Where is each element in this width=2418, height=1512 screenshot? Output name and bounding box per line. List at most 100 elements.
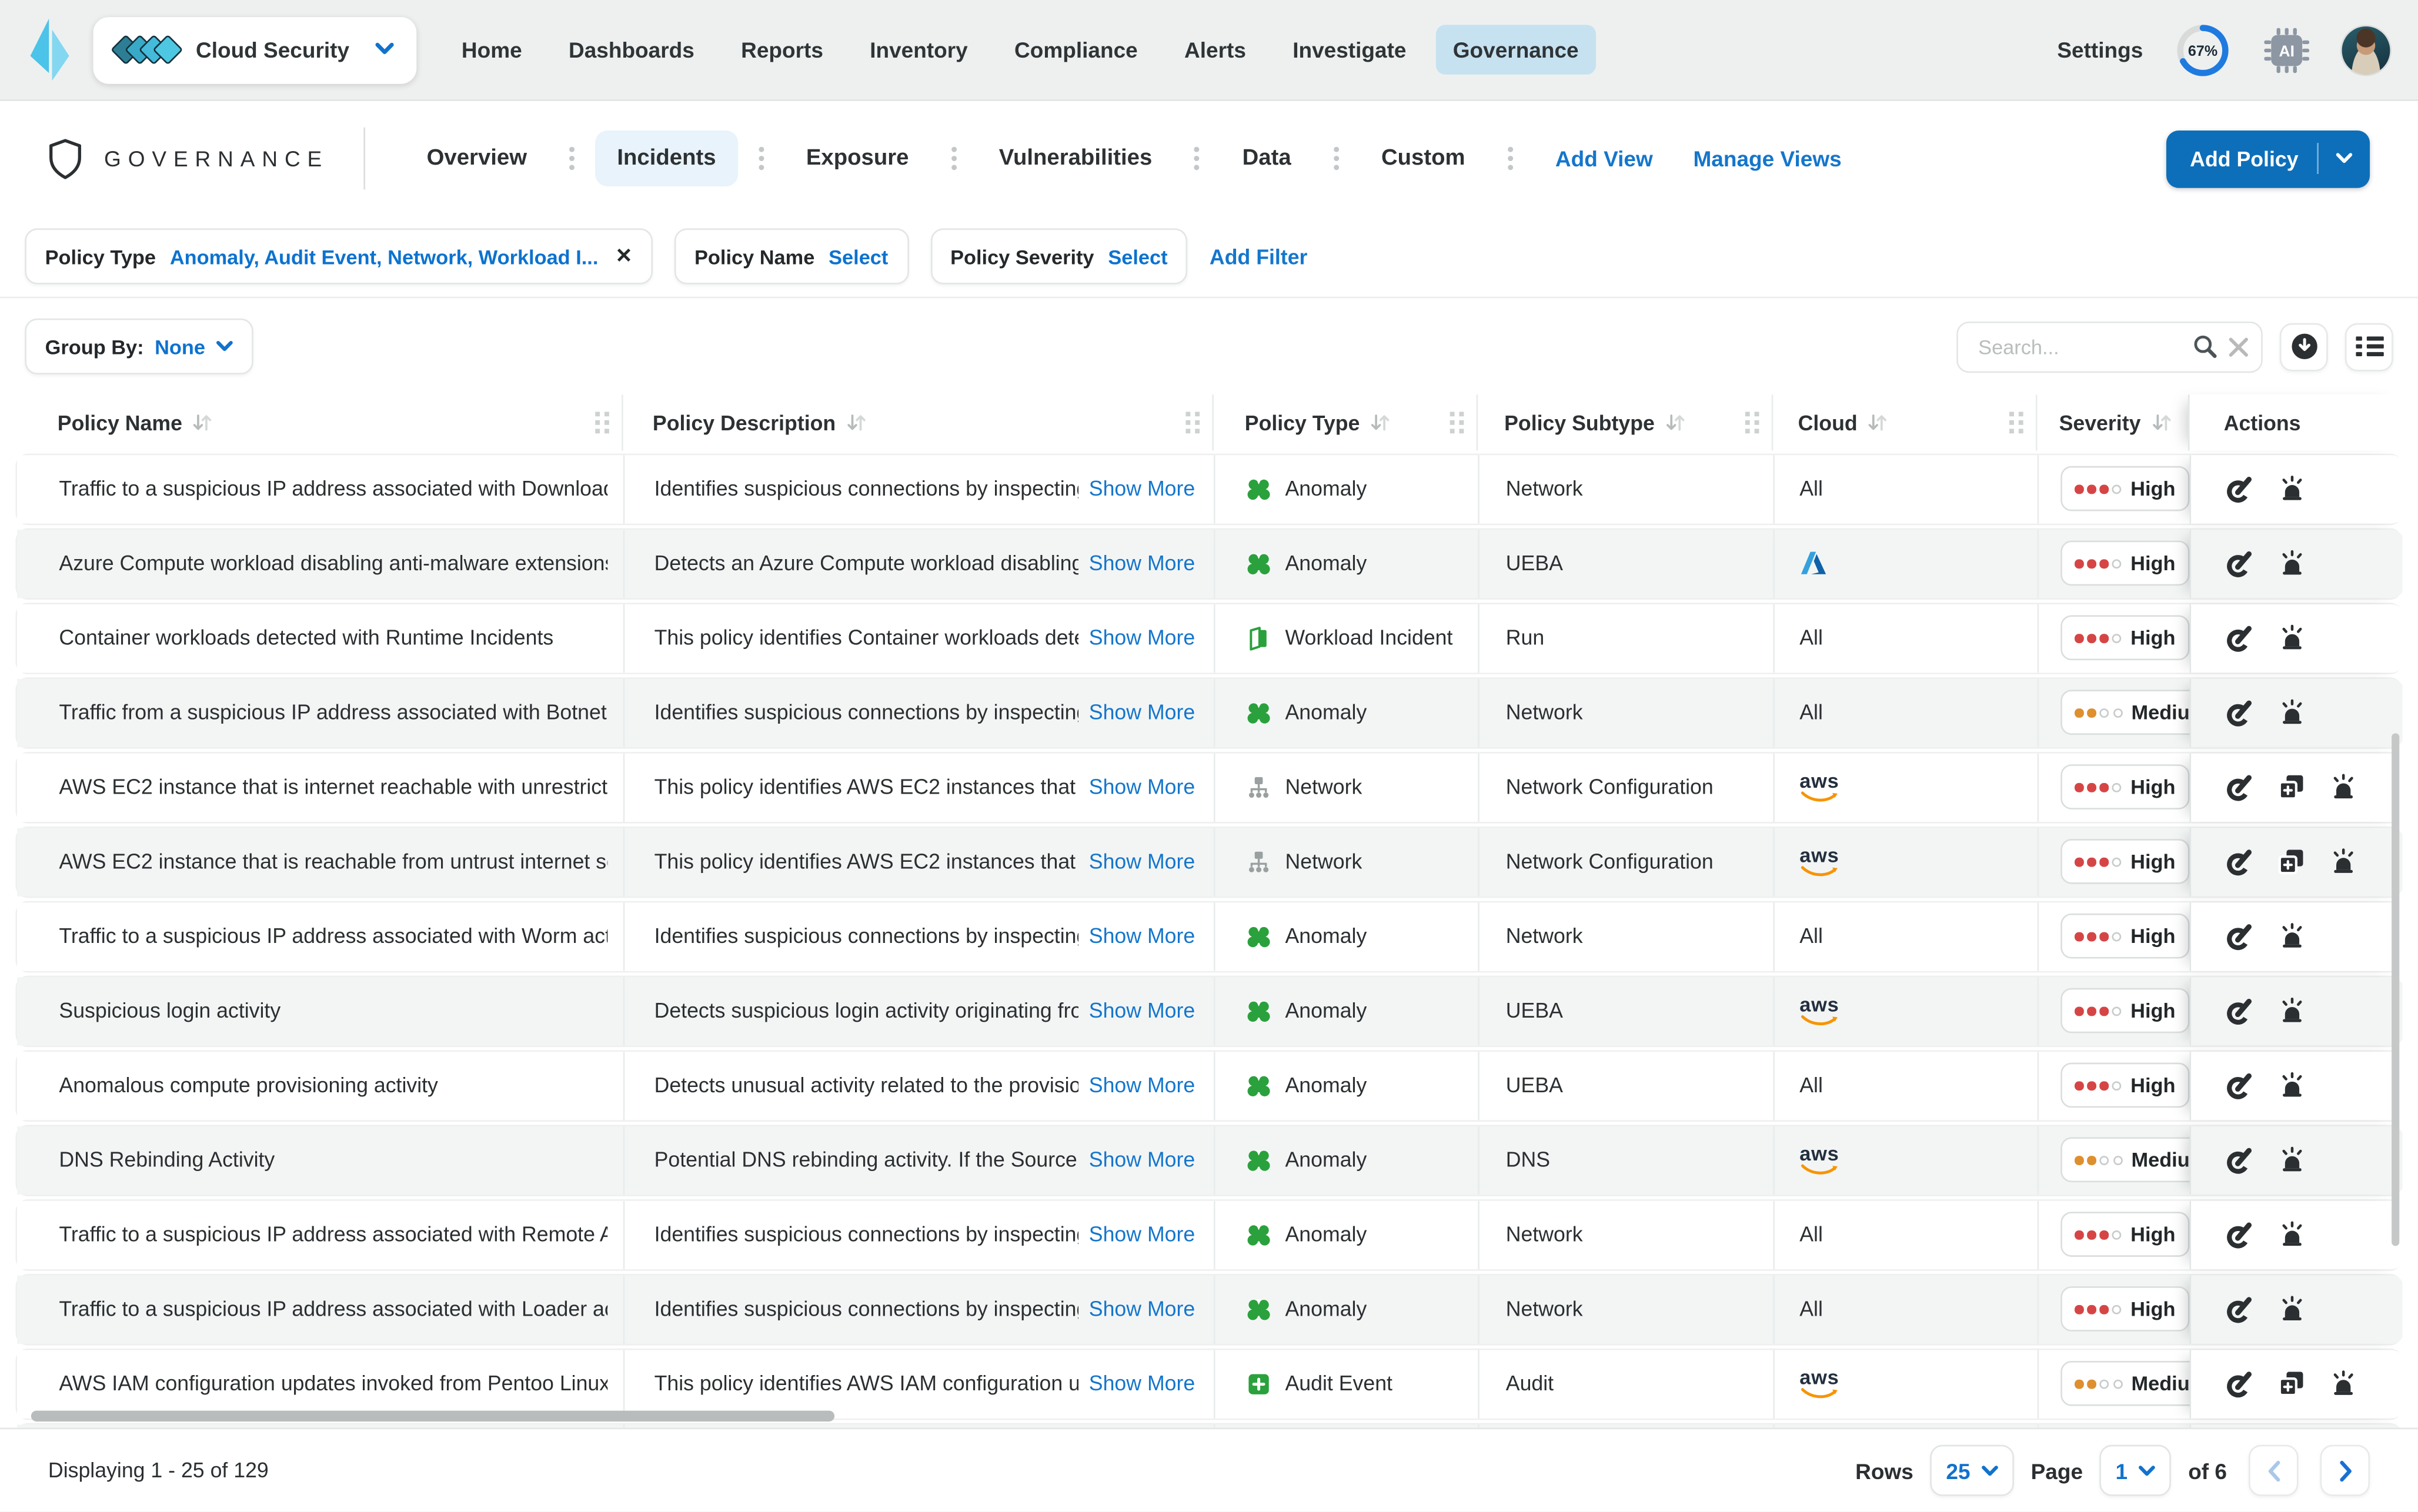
add-policy-button[interactable]: Add Policy bbox=[2166, 129, 2370, 188]
edit-action-icon[interactable] bbox=[2225, 922, 2253, 951]
sort-icon[interactable] bbox=[1664, 413, 1686, 432]
remove-filter-icon[interactable]: ✕ bbox=[615, 244, 632, 269]
page-select[interactable]: 1 bbox=[2100, 1444, 2172, 1496]
edit-action-icon[interactable] bbox=[2225, 1370, 2253, 1398]
previous-page-button[interactable] bbox=[2248, 1444, 2299, 1496]
show-more-link[interactable]: Show More bbox=[1089, 850, 1195, 874]
show-more-link[interactable]: Show More bbox=[1089, 1297, 1195, 1321]
column-resize-grip-icon[interactable] bbox=[1450, 412, 1464, 434]
tab-options-kebab-icon[interactable] bbox=[1487, 146, 1534, 170]
alarm-action-icon[interactable] bbox=[2278, 476, 2306, 502]
table-row[interactable]: Suspicious login activity Detects suspic… bbox=[15, 975, 2403, 1046]
filter-chip-policy-type[interactable]: Policy Type Anomaly, Audit Event, Networ… bbox=[25, 228, 653, 285]
nav-item-compliance[interactable]: Compliance bbox=[997, 25, 1155, 75]
clone-action-icon[interactable] bbox=[2278, 774, 2305, 801]
column-resize-grip-icon[interactable] bbox=[1185, 412, 1200, 434]
column-resize-grip-icon[interactable] bbox=[2009, 412, 2023, 434]
show-more-link[interactable]: Show More bbox=[1089, 999, 1195, 1023]
alarm-action-icon[interactable] bbox=[2329, 774, 2357, 801]
sort-icon[interactable] bbox=[2150, 413, 2172, 432]
user-avatar[interactable] bbox=[2342, 25, 2390, 74]
nav-item-inventory[interactable]: Inventory bbox=[853, 25, 985, 75]
nav-item-governance[interactable]: Governance bbox=[1435, 25, 1596, 75]
vertical-scrollbar[interactable] bbox=[2392, 733, 2400, 1246]
table-row[interactable]: AWS EC2 instance that is reachable from … bbox=[15, 826, 2403, 898]
show-more-link[interactable]: Show More bbox=[1089, 627, 1195, 650]
sort-icon[interactable] bbox=[1369, 413, 1391, 432]
show-more-link[interactable]: Show More bbox=[1089, 775, 1195, 799]
horizontal-scrollbar[interactable] bbox=[31, 1410, 835, 1422]
nav-item-reports[interactable]: Reports bbox=[724, 25, 840, 75]
alarm-action-icon[interactable] bbox=[2278, 1296, 2306, 1323]
table-row[interactable]: DNS Rebinding Activity Potential DNS reb… bbox=[15, 1125, 2403, 1196]
clone-action-icon[interactable] bbox=[2278, 849, 2305, 875]
edit-action-icon[interactable] bbox=[2225, 475, 2253, 503]
show-more-link[interactable]: Show More bbox=[1089, 552, 1195, 576]
clone-action-icon[interactable] bbox=[2278, 1371, 2305, 1397]
next-page-button[interactable] bbox=[2320, 1444, 2370, 1496]
alarm-action-icon[interactable] bbox=[2278, 998, 2306, 1024]
column-header-policy-type[interactable]: Policy Type bbox=[1212, 394, 1476, 451]
rows-per-page-select[interactable]: 25 bbox=[1930, 1444, 2014, 1496]
nav-item-investigate[interactable]: Investigate bbox=[1275, 25, 1423, 75]
tab-options-kebab-icon[interactable] bbox=[1174, 146, 1220, 170]
filter-value[interactable]: Select bbox=[1108, 245, 1167, 268]
edit-action-icon[interactable] bbox=[2225, 699, 2253, 727]
show-more-link[interactable]: Show More bbox=[1089, 1149, 1195, 1172]
column-header-severity[interactable]: Severity bbox=[2035, 394, 2188, 451]
filter-chip-policy-severity[interactable]: Policy Severity Select bbox=[930, 228, 1188, 285]
edit-action-icon[interactable] bbox=[2225, 1146, 2253, 1175]
column-header-policy-subtype[interactable]: Policy Subtype bbox=[1476, 394, 1772, 451]
show-more-link[interactable]: Show More bbox=[1089, 1223, 1195, 1246]
table-row[interactable]: AWS EC2 instance that is internet reacha… bbox=[15, 752, 2403, 823]
filter-value[interactable]: Select bbox=[829, 245, 888, 268]
filter-chip-policy-name[interactable]: Policy Name Select bbox=[674, 228, 909, 285]
show-more-link[interactable]: Show More bbox=[1089, 477, 1195, 501]
show-more-link[interactable]: Show More bbox=[1089, 925, 1195, 948]
table-row[interactable]: Traffic from a suspicious IP address ass… bbox=[15, 677, 2403, 748]
filter-value[interactable]: Anomaly, Audit Event, Network, Workload … bbox=[170, 245, 599, 268]
alarm-action-icon[interactable] bbox=[2329, 1370, 2357, 1397]
column-header-policy-name[interactable]: Policy Name bbox=[15, 394, 622, 450]
column-header-policy-description[interactable]: Policy Description bbox=[622, 394, 1212, 451]
download-button[interactable] bbox=[2279, 322, 2328, 371]
alarm-action-icon[interactable] bbox=[2278, 700, 2306, 726]
add-view-link[interactable]: Add View bbox=[1555, 146, 1653, 170]
sort-icon[interactable] bbox=[1867, 413, 1889, 432]
add-policy-chevron-down-icon[interactable] bbox=[2317, 143, 2370, 174]
table-row[interactable]: Traffic from a suspicious IP address ass… bbox=[15, 1423, 2403, 1428]
alarm-action-icon[interactable] bbox=[2278, 923, 2306, 949]
column-settings-button[interactable] bbox=[2344, 322, 2393, 371]
table-row[interactable]: Anomalous compute provisioning activity … bbox=[15, 1050, 2403, 1121]
adoption-progress-ring[interactable]: 67% bbox=[2174, 21, 2232, 79]
tab-overview[interactable]: Overview bbox=[405, 131, 549, 186]
edit-action-icon[interactable] bbox=[2225, 1295, 2253, 1323]
search-icon[interactable] bbox=[2193, 334, 2217, 359]
table-row[interactable]: AWS IAM configuration updates invoked fr… bbox=[15, 1348, 2403, 1420]
edit-action-icon[interactable] bbox=[2225, 773, 2253, 801]
tab-data[interactable]: Data bbox=[1221, 131, 1313, 186]
column-header-cloud[interactable]: Cloud bbox=[1771, 394, 2036, 451]
search-input[interactable] bbox=[1975, 333, 2182, 360]
edit-action-icon[interactable] bbox=[2225, 848, 2253, 876]
edit-action-icon[interactable] bbox=[2225, 624, 2253, 653]
tab-options-kebab-icon[interactable] bbox=[738, 146, 784, 170]
tab-options-kebab-icon[interactable] bbox=[1313, 146, 1360, 170]
tab-custom[interactable]: Custom bbox=[1360, 131, 1487, 186]
manage-views-link[interactable]: Manage Views bbox=[1693, 146, 1841, 170]
edit-action-icon[interactable] bbox=[2225, 550, 2253, 578]
show-more-link[interactable]: Show More bbox=[1089, 1074, 1195, 1098]
module-selector-dropdown[interactable]: Cloud Security bbox=[93, 16, 417, 83]
alarm-action-icon[interactable] bbox=[2278, 550, 2306, 577]
tab-vulnerabilities[interactable]: Vulnerabilities bbox=[977, 131, 1174, 186]
tab-options-kebab-icon[interactable] bbox=[549, 146, 595, 170]
group-by-dropdown[interactable]: Group By: None bbox=[25, 318, 253, 374]
table-row[interactable]: Traffic to a suspicious IP address assoc… bbox=[15, 1274, 2403, 1345]
nav-item-home[interactable]: Home bbox=[445, 25, 539, 75]
table-row[interactable]: Container workloads detected with Runtim… bbox=[15, 603, 2403, 674]
ai-assistant-icon[interactable]: AI bbox=[2263, 26, 2311, 74]
alarm-action-icon[interactable] bbox=[2278, 1222, 2306, 1248]
sort-icon[interactable] bbox=[192, 413, 213, 432]
column-resize-grip-icon[interactable] bbox=[595, 412, 609, 434]
sort-icon[interactable] bbox=[845, 413, 867, 432]
